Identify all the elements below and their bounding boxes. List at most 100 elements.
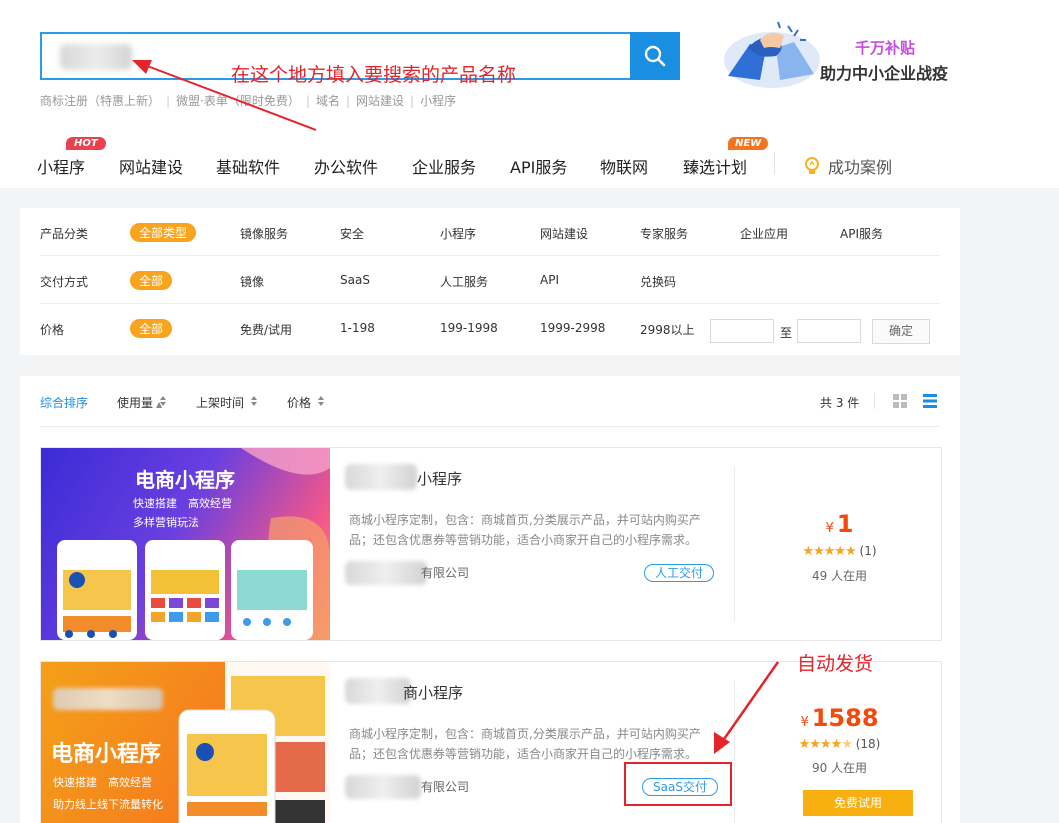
- filter-option[interactable]: 网站建设: [540, 225, 588, 242]
- filter-option[interactable]: 安全: [340, 225, 364, 242]
- price-confirm-button[interactable]: 确定: [872, 319, 930, 344]
- price-min-input[interactable]: [710, 319, 774, 343]
- filter-option[interactable]: 小程序: [440, 225, 476, 242]
- free-trial-button[interactable]: 免费试用: [803, 790, 913, 816]
- price-value: 1: [836, 510, 854, 538]
- rating-count: (18): [855, 737, 881, 751]
- blurred-company-prefix: [345, 561, 427, 585]
- filter-option[interactable]: 镜像服务: [240, 225, 288, 242]
- search-button[interactable]: [630, 32, 680, 80]
- filter-option[interactable]: 1999-2998: [540, 321, 605, 335]
- star-rating-icon: ★★★★★: [798, 737, 853, 752]
- price-max-input[interactable]: [797, 319, 861, 343]
- annotation-auto-ship: 自动发货: [797, 653, 874, 675]
- product-banner[interactable]: 电商小程序 快速搭建 高效经营 助力线上线下流量转化: [41, 662, 330, 823]
- card-divider: [734, 680, 735, 823]
- filter-option[interactable]: API服务: [840, 225, 883, 242]
- filter-option-selected[interactable]: 全部: [130, 319, 173, 338]
- filter-option[interactable]: 专家服务: [640, 225, 688, 242]
- product-price: ¥1: [736, 510, 943, 538]
- user-count: 90 人在用: [811, 761, 868, 775]
- product-title[interactable]: 小程序: [417, 468, 462, 489]
- search-input-blurred-text: [60, 44, 132, 70]
- blurred-title-prefix: [345, 464, 417, 490]
- sort-caret-icon: [160, 396, 166, 406]
- blurred-company-prefix: [345, 775, 421, 799]
- filter-option[interactable]: SaaS: [340, 273, 370, 287]
- product-company[interactable]: 有限公司: [421, 564, 469, 581]
- product-banner[interactable]: 电商小程序 快速搭建 高效经营 多样营销玩法: [41, 448, 330, 640]
- filter-option[interactable]: 免费/试用: [240, 321, 292, 338]
- sort-usage-label: 使用量: [117, 396, 154, 410]
- sort-listing-time-label: 上架时间: [196, 396, 245, 410]
- nav-divider: [774, 152, 775, 174]
- sort-price-label: 价格: [287, 396, 312, 410]
- filter-option[interactable]: 镜像: [240, 273, 264, 290]
- banner-line: 快速搭建 高效经营: [133, 497, 232, 510]
- filter-option[interactable]: 企业应用: [740, 225, 788, 242]
- banner-line: 助力线上线下流量转化: [53, 798, 163, 811]
- list-view-icon[interactable]: [923, 394, 937, 408]
- sort-price[interactable]: 价格: [287, 394, 311, 411]
- filter-option[interactable]: 1-198: [340, 321, 375, 335]
- hot-link[interactable]: 网站建设: [356, 94, 404, 108]
- success-cases-label: 成功案例: [828, 158, 893, 177]
- filter-option-selected[interactable]: 全部: [130, 271, 173, 290]
- banner-line: 多样营销玩法: [133, 516, 199, 529]
- filter-row-category: 产品分类 全部类型 镜像服务 安全 小程序 网站建设 专家服务 企业应用 API…: [40, 208, 940, 256]
- price-value: 1588: [811, 704, 879, 732]
- filter-label: 交付方式: [40, 275, 89, 289]
- filter-option[interactable]: 199-1998: [440, 321, 498, 335]
- nav-item-miniprogram[interactable]: 小程序: [37, 154, 85, 178]
- delivery-tag: 人工交付: [644, 564, 715, 582]
- product-description: 商城小程序定制，包含：商城首页,分类展示产品，并可站内购买产品；还包含优惠券等营…: [349, 727, 701, 761]
- grid-view-icon[interactable]: [893, 394, 907, 408]
- hot-link[interactable]: 微盟·表单（限时免费）: [176, 94, 300, 108]
- nav-item-basic-software[interactable]: 基础软件: [216, 154, 280, 178]
- product-price: ¥1588: [736, 704, 943, 732]
- product-card[interactable]: 电商小程序 快速搭建 高效经营 助力线上线下流量转化 商小程序 商城小程序定制，…: [40, 661, 942, 823]
- nav-item-office-software[interactable]: 办公软件: [314, 154, 378, 178]
- nav-item-selection-plan[interactable]: 臻选计划: [683, 154, 747, 178]
- sort-comprehensive[interactable]: 综合排序: [40, 394, 88, 411]
- rating-count: (1): [859, 544, 877, 558]
- nav-item-website[interactable]: 网站建设: [119, 154, 183, 178]
- product-title[interactable]: 商小程序: [403, 682, 463, 703]
- annotation-search-hint: 在这个地方填入要搜索的产品名称: [231, 64, 517, 86]
- promo-subtitle[interactable]: 助力中小企业战疫: [820, 60, 948, 84]
- product-company[interactable]: 有限公司: [421, 778, 469, 795]
- sort-divider: [40, 426, 940, 427]
- nav-item-success-cases[interactable]: 成功案例: [803, 154, 892, 178]
- nav-item-iot[interactable]: 物联网: [600, 154, 648, 178]
- filter-option[interactable]: 兑换码: [640, 273, 676, 290]
- filter-option[interactable]: API: [540, 273, 559, 287]
- hot-link[interactable]: 域名: [316, 94, 340, 108]
- results-panel: 综合排序 使用量 ▲ 上架时间 价格 共 3 件 电商小程序 快速搭建 高效经营…: [20, 376, 960, 823]
- sort-caret-icon: [318, 396, 324, 406]
- filter-row-delivery: 交付方式 全部 镜像 SaaS 人工服务 API 兑换码: [40, 256, 940, 304]
- sort-bar: 综合排序 使用量 ▲ 上架时间 价格: [40, 394, 360, 410]
- nav-item-enterprise-service[interactable]: 企业服务: [412, 154, 476, 178]
- sort-listing-time[interactable]: 上架时间: [196, 394, 244, 411]
- sort-usage[interactable]: 使用量 ▲: [117, 394, 162, 411]
- hot-link[interactable]: 小程序: [420, 94, 456, 108]
- blurred-banner-brand: [53, 688, 163, 710]
- result-total: 共 3 件: [820, 396, 860, 410]
- hot-links: 商标注册（特惠上新） | 微盟·表单（限时免费） | 域名 | 网站建设 | 小程序: [40, 94, 457, 108]
- price-range-to: 至: [780, 326, 793, 340]
- view-divider: [874, 393, 875, 409]
- filter-option[interactable]: 人工服务: [440, 273, 488, 290]
- product-card[interactable]: 电商小程序 快速搭建 高效经营 多样营销玩法 小程序 商城小程序定制，包含：商城…: [40, 447, 942, 641]
- rating: ★★★★★ (1): [736, 544, 943, 559]
- rating: ★★★★★ (18): [736, 737, 943, 752]
- nav-item-api-service[interactable]: API服务: [510, 154, 567, 178]
- filter-option-selected[interactable]: 全部类型: [130, 223, 197, 242]
- banner-line: 快速搭建 高效经营: [53, 776, 152, 789]
- star-rating-icon: ★★★★★: [802, 544, 856, 559]
- search-icon: [644, 45, 666, 67]
- promo-title[interactable]: 千万补贴: [855, 37, 915, 58]
- handshake-illustration: [724, 21, 820, 88]
- card-divider: [734, 466, 735, 622]
- filter-option[interactable]: 2998以上: [640, 321, 695, 338]
- hot-link[interactable]: 商标注册（特惠上新）: [40, 94, 160, 108]
